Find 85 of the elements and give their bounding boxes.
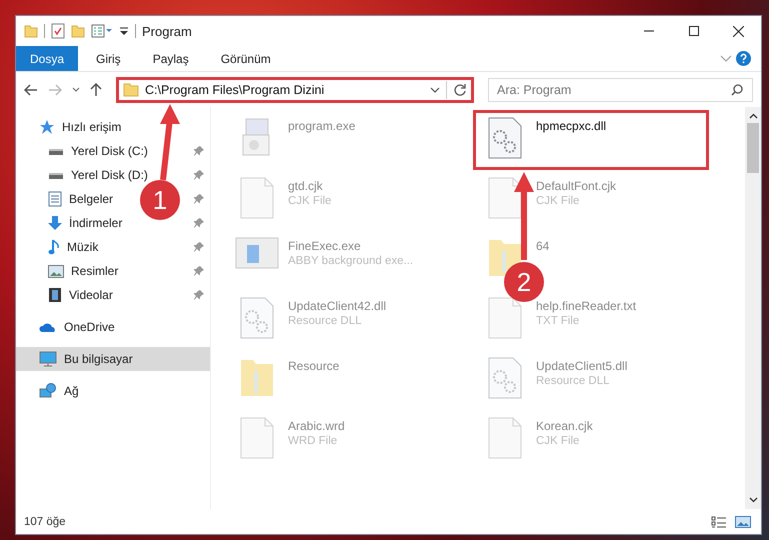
help-icon[interactable] — [736, 51, 751, 66]
search-field[interactable]: Ara: Program — [488, 78, 753, 102]
customize-caret-icon[interactable] — [119, 25, 129, 37]
file-type: CJK File — [288, 195, 332, 207]
network-icon — [39, 383, 57, 399]
view-list-icon[interactable] — [91, 24, 113, 38]
file-name: program.exe — [288, 119, 356, 133]
document-icon — [48, 191, 62, 207]
expand-ribbon-icon[interactable] — [720, 54, 732, 62]
highlighted-file-item[interactable]: hpmecpxc.dll — [473, 110, 709, 170]
file-name: Arabic.wrd — [288, 419, 345, 433]
scroll-up-icon[interactable] — [748, 113, 758, 119]
pin-icon[interactable] — [194, 170, 204, 180]
blank-file-icon — [488, 297, 522, 339]
close-icon — [733, 26, 744, 36]
ribbon-tab[interactable]: Dosya — [16, 46, 78, 71]
file-name: UpdateClient42.dll — [288, 299, 386, 313]
dropdown-caret-icon[interactable] — [430, 86, 440, 92]
film-icon — [48, 287, 62, 303]
picture-icon — [48, 264, 64, 278]
application-icon — [235, 237, 279, 269]
pin-icon[interactable] — [194, 290, 204, 300]
sidebar-item[interactable]: Belgeler — [48, 191, 114, 207]
file-name: help.fineReader.txt — [536, 299, 636, 313]
blank-file-icon — [488, 417, 522, 459]
scrollbar[interactable] — [745, 107, 761, 509]
up-arrow-icon[interactable] — [90, 82, 102, 96]
scrollbar-thumb[interactable] — [747, 123, 759, 173]
file-name: DefaultFont.cjk — [536, 179, 616, 193]
sidebar-item[interactable]: Videolar — [48, 287, 113, 303]
file-name: Resource — [288, 359, 340, 373]
pin-icon[interactable] — [194, 146, 204, 156]
back-arrow-icon[interactable] — [24, 84, 38, 96]
sidebar-item[interactable]: Ağ — [39, 383, 79, 399]
recent-caret-icon[interactable] — [72, 86, 80, 92]
sidebar-item[interactable]: Yerel Disk (C:) — [48, 144, 148, 158]
file-type: TXT File — [536, 315, 580, 327]
folder-icon — [123, 82, 139, 96]
file-type: CJK File — [536, 195, 580, 207]
sidebar-item[interactable]: OneDrive — [39, 320, 115, 334]
sidebar-item[interactable]: Müzik — [48, 239, 98, 255]
file-type: CJK File — [536, 435, 580, 447]
file-name: gtd.cjk — [288, 179, 324, 193]
cloud-icon — [39, 321, 57, 333]
properties-icon[interactable] — [51, 23, 65, 39]
down-arrow-icon — [48, 215, 62, 231]
refresh-icon[interactable] — [453, 82, 467, 96]
window-title: Program — [142, 24, 192, 38]
file-name: FineExec.exe — [288, 239, 362, 253]
file-name: Korean.cjk — [536, 419, 593, 433]
sidebar-item[interactable]: Yerel Disk (D:) — [48, 168, 148, 182]
file-type: WRD File — [288, 435, 338, 447]
gear-file-icon — [488, 117, 522, 159]
details-view-icon[interactable] — [711, 514, 727, 528]
scroll-down-icon[interactable] — [748, 497, 758, 503]
search-icon[interactable] — [731, 84, 743, 96]
pin-icon[interactable] — [194, 218, 204, 228]
sidebar-item[interactable]: Bu bilgisayar — [39, 351, 133, 367]
file-type: ABBY background exe... — [288, 255, 414, 267]
file-type: Resource DLL — [536, 375, 611, 387]
step-number-badge: 1 — [140, 180, 180, 220]
file-name: UpdateClient5.dll — [536, 359, 628, 373]
blank-file-icon — [240, 417, 274, 459]
folder-icon — [240, 357, 274, 397]
music-note-icon — [48, 239, 60, 255]
item-count: 107 öğe — [24, 516, 66, 528]
star-icon — [39, 119, 55, 135]
computer-icon — [39, 351, 57, 367]
sidebar-item[interactable]: İndirmeler — [48, 215, 122, 231]
pin-icon[interactable] — [194, 266, 204, 276]
gear-file-icon — [488, 357, 522, 399]
file-name: hpmecpxc.dll — [536, 119, 606, 133]
file-name: 64 — [536, 239, 550, 253]
blank-file-icon — [488, 177, 522, 219]
maximize-icon — [688, 26, 698, 36]
sidebar-item[interactable]: Resimler — [48, 264, 118, 278]
sidebar-item[interactable]: Hızlı erişim — [39, 119, 122, 135]
step-number-badge: 2 — [504, 262, 544, 302]
large-icons-view-icon[interactable] — [735, 514, 751, 528]
file-type: Resource DLL — [288, 315, 363, 327]
pin-icon[interactable] — [194, 242, 204, 252]
blank-file-icon — [240, 177, 274, 219]
pin-icon[interactable] — [194, 194, 204, 204]
address-field[interactable]: C:\Program Files\Program Dizini — [116, 76, 474, 102]
gear-file-icon — [240, 297, 274, 339]
